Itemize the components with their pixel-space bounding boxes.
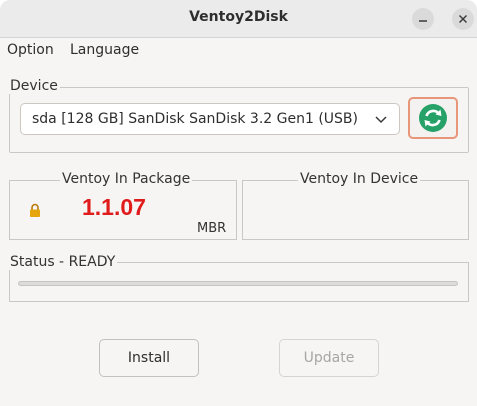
menu-language[interactable]: Language xyxy=(70,42,139,58)
ventoy2disk-window: Ventoy2Disk Option Language Device sda [… xyxy=(0,0,477,406)
refresh-button[interactable] xyxy=(408,97,458,139)
menu-option[interactable]: Option xyxy=(7,42,54,58)
status-label: Status - READY xyxy=(8,254,118,270)
device-version-group-label: Ventoy In Device xyxy=(298,171,421,187)
minimize-button[interactable] xyxy=(412,8,434,30)
install-button[interactable]: Install xyxy=(99,339,199,377)
refresh-icon xyxy=(419,104,447,132)
update-button[interactable]: Update xyxy=(279,339,379,377)
chevron-down-icon xyxy=(375,116,387,124)
device-version-group xyxy=(242,180,469,240)
close-icon xyxy=(459,15,467,23)
package-version: 1.1.07 xyxy=(82,194,146,220)
close-button[interactable] xyxy=(452,8,474,30)
device-selected-value: sda [128 GB] SanDisk SanDisk 3.2 Gen1 (U… xyxy=(32,111,358,127)
package-group-label: Ventoy In Package xyxy=(60,171,193,187)
window-title: Ventoy2Disk xyxy=(189,9,288,25)
lock-icon xyxy=(30,203,40,217)
minimize-icon xyxy=(419,20,427,22)
device-group-label: Device xyxy=(8,78,60,94)
title-bar[interactable]: Ventoy2Disk xyxy=(0,0,477,38)
device-dropdown[interactable]: sda [128 GB] SanDisk SanDisk 3.2 Gen1 (U… xyxy=(20,103,400,135)
menu-bar: Option Language xyxy=(0,38,477,64)
progress-bar xyxy=(18,281,458,286)
partition-style: MBR xyxy=(197,221,227,236)
